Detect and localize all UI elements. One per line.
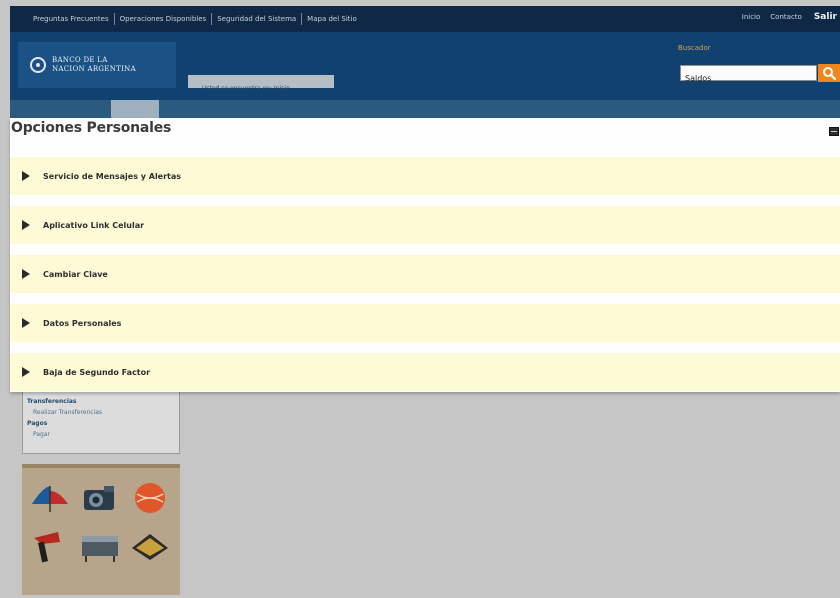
option-change-password[interactable]: Cambiar Clave xyxy=(10,255,840,293)
nav-active-tab[interactable] xyxy=(111,100,159,118)
sidebar-item[interactable]: Realizar Transferencias xyxy=(27,407,175,418)
top-links: Preguntas Frecuentes Operaciones Disponi… xyxy=(28,13,362,25)
bank-logo[interactable]: BANCO DE LA NACION ARGENTINA xyxy=(18,42,176,88)
option-label: Datos Personales xyxy=(43,318,122,328)
option-label: Servicio de Mensajes y Alertas xyxy=(43,171,182,181)
search-icon xyxy=(823,67,837,81)
product-promo-panel xyxy=(22,464,180,595)
logout-link[interactable]: Salir xyxy=(814,12,837,22)
search-box xyxy=(680,65,817,86)
sidebar-panel: Transferencias Realizar Transferencias P… xyxy=(22,392,180,454)
triangle-right-icon xyxy=(22,220,30,230)
site-header: BANCO DE LA NACION ARGENTINA Usted se en… xyxy=(10,32,840,100)
toolbox-icon[interactable] xyxy=(128,526,172,566)
triangle-right-icon xyxy=(22,367,30,377)
option-messages-alerts[interactable]: Servicio de Mensajes y Alertas xyxy=(10,157,840,195)
top-link-security[interactable]: Seguridad del Sistema xyxy=(211,13,301,25)
triangle-right-icon xyxy=(22,171,30,181)
option-second-factor[interactable]: Baja de Segundo Factor xyxy=(10,353,840,391)
umbrella-icon[interactable] xyxy=(28,478,72,518)
option-label: Baja de Segundo Factor xyxy=(43,367,151,377)
search-button[interactable] xyxy=(818,64,840,82)
grill-icon[interactable] xyxy=(78,526,122,566)
bank-seal-icon xyxy=(30,57,46,73)
option-label: Aplicativo Link Celular xyxy=(43,220,145,230)
user-location-box: Usted se encuentra en: Inicio xyxy=(188,75,334,92)
top-utility-bar: Preguntas Frecuentes Operaciones Disponi… xyxy=(10,6,840,32)
bank-logo-text: BANCO DE LA NACION ARGENTINA xyxy=(52,56,136,74)
close-icon[interactable] xyxy=(829,127,839,136)
search-label: Buscador xyxy=(678,44,711,52)
home-link[interactable]: Inicio xyxy=(742,13,761,21)
option-label: Cambiar Clave xyxy=(43,269,108,279)
search-input[interactable] xyxy=(681,71,816,86)
logo-line-1: BANCO DE LA xyxy=(52,56,108,64)
hair-dryer-icon[interactable] xyxy=(28,526,72,566)
option-personal-data[interactable]: Datos Personales xyxy=(10,304,840,342)
triangle-right-icon xyxy=(22,318,30,328)
top-link-faq[interactable]: Preguntas Frecuentes xyxy=(28,13,114,25)
ball-icon[interactable] xyxy=(128,478,172,518)
camera-icon[interactable] xyxy=(78,478,122,518)
logo-line-2: NACION ARGENTINA xyxy=(52,65,136,73)
user-location-text: Usted se encuentra en: Inicio xyxy=(202,85,290,92)
option-link-celular[interactable]: Aplicativo Link Celular xyxy=(10,206,840,244)
dialog-title: Opciones Personales xyxy=(11,120,172,136)
sidebar-item[interactable]: Pagar xyxy=(27,429,175,440)
top-right-links: Inicio Contacto Salir xyxy=(732,12,840,22)
product-grid xyxy=(22,474,180,572)
sidebar-item[interactable]: Transferencias xyxy=(27,396,175,407)
triangle-right-icon xyxy=(22,269,30,279)
top-link-operations[interactable]: Operaciones Disponibles xyxy=(113,13,212,25)
sidebar-item[interactable]: Pagos xyxy=(27,418,175,429)
contact-link[interactable]: Contacto xyxy=(770,13,802,21)
main-nav-bar xyxy=(10,100,840,118)
top-link-sitemap[interactable]: Mapa del Sitio xyxy=(301,13,362,25)
personal-options-dialog: Opciones Personales Servicio de Mensajes… xyxy=(10,118,840,392)
